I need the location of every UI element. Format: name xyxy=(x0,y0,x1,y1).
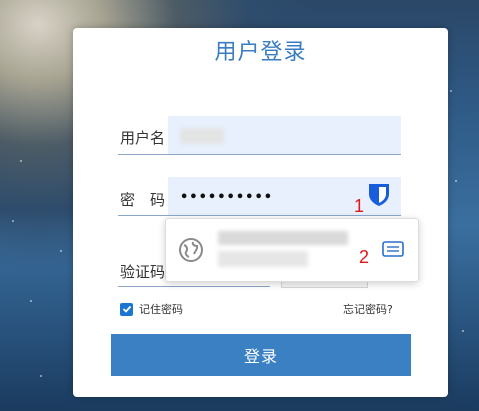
password-value: •••••••••• xyxy=(180,190,274,205)
globe-icon xyxy=(178,237,204,267)
captcha-underline xyxy=(118,286,270,287)
password-label-char2: 码 xyxy=(150,191,166,209)
annotation-marker-2: 2 xyxy=(359,247,370,267)
page-title: 用户登录 xyxy=(214,40,307,65)
remember-password-row[interactable]: 记住密码 xyxy=(120,301,183,317)
username-label: 用户名 xyxy=(120,129,166,147)
password-label-char1: 密 xyxy=(120,191,136,209)
checkmark-icon xyxy=(122,305,131,313)
username-value-redacted xyxy=(180,128,224,144)
remember-label: 记住密码 xyxy=(139,303,183,316)
login-button[interactable]: 登录 xyxy=(111,334,411,376)
bitwarden-shield-icon[interactable] xyxy=(368,183,390,211)
autofill-popup[interactable] xyxy=(165,218,419,282)
username-underline xyxy=(118,154,401,155)
fill-icon[interactable] xyxy=(382,241,404,261)
forgot-password-link[interactable]: 忘记密码? xyxy=(343,301,393,317)
annotation-marker-1: 1 xyxy=(354,196,365,216)
remember-checkbox[interactable] xyxy=(120,302,133,316)
captcha-label: 验证码 xyxy=(120,263,166,281)
autofill-item-username-redacted xyxy=(218,251,308,267)
autofill-item-title-redacted xyxy=(218,231,348,245)
